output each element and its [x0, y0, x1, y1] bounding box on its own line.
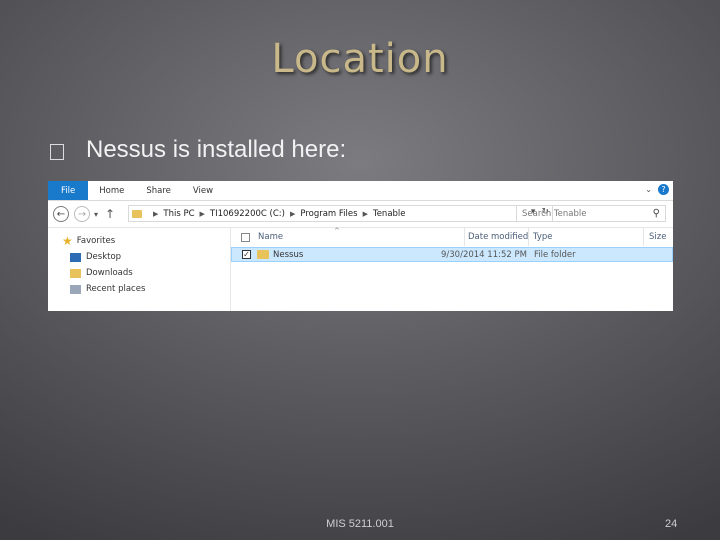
star-icon: ★ [62, 234, 73, 248]
recent-places-icon [70, 284, 81, 294]
breadcrumb-separator-icon[interactable]: ▶ [363, 210, 368, 218]
back-icon[interactable]: ← [53, 206, 69, 222]
file-explorer-screenshot: File Home Share View ⌄ ? ← → ▾ ↑ ▶ This … [48, 181, 673, 311]
tab-file[interactable]: File [48, 181, 89, 200]
nav-item-favorites[interactable]: ★ Favorites [48, 233, 230, 249]
breadcrumb-separator-icon[interactable]: ▶ [290, 210, 295, 218]
forward-icon[interactable]: → [74, 206, 90, 222]
downloads-icon [70, 268, 81, 278]
breadcrumb-tenable[interactable]: Tenable [373, 209, 406, 219]
bullet-item: Nessus is installed here: [50, 136, 346, 164]
nav-item-label: Downloads [86, 268, 133, 278]
page-number: 24 [665, 518, 678, 530]
column-name[interactable]: Name [258, 232, 283, 242]
address-bar[interactable]: ▶ This PC ▶ TI10692200C (C:) ▶ Program F… [128, 205, 553, 222]
tab-home[interactable]: Home [88, 181, 135, 200]
breadcrumb-this-pc[interactable]: This PC [163, 209, 194, 219]
up-icon[interactable]: ↑ [105, 207, 115, 221]
navigation-pane: ★ Favorites Desktop Downloads Recent pla… [48, 228, 231, 311]
select-all-checkbox[interactable] [241, 232, 250, 242]
desktop-icon [70, 252, 81, 262]
file-name[interactable]: Nessus [273, 250, 303, 260]
nav-item-desktop[interactable]: Desktop [48, 249, 230, 265]
folder-icon [132, 209, 142, 218]
file-list: Name ^ Date modified Type Size ✓ Nessus … [231, 227, 673, 311]
column-size[interactable]: Size [649, 232, 666, 242]
breadcrumb-drive[interactable]: TI10692200C (C:) [210, 209, 285, 219]
nav-item-downloads[interactable]: Downloads [48, 265, 230, 281]
slide-footer: MIS 5211.001 [326, 518, 394, 530]
help-icon[interactable]: ? [658, 184, 669, 195]
expand-ribbon-icon[interactable]: ⌄ [645, 185, 652, 194]
slide-title: Location [271, 36, 449, 82]
bullet-text: Nessus is installed here: [86, 136, 347, 163]
bullet-icon [50, 144, 64, 160]
search-input[interactable]: Search Tenable ⚲ [516, 205, 666, 222]
table-row[interactable]: ✓ Nessus 9/30/2014 11:52 PM File folder [231, 247, 673, 262]
recent-locations-icon[interactable]: ▾ [94, 210, 98, 219]
breadcrumb-separator-icon[interactable]: ▶ [153, 210, 158, 218]
column-header-row: Name ^ Date modified Type Size [231, 227, 673, 246]
search-placeholder: Search Tenable [522, 208, 587, 219]
row-checkbox[interactable]: ✓ [242, 250, 251, 259]
sort-ascending-icon: ^ [334, 227, 340, 235]
nav-item-label: Desktop [86, 252, 122, 262]
tab-view[interactable]: View [182, 181, 224, 200]
breadcrumb-program-files[interactable]: Program Files [300, 209, 357, 219]
file-type: File folder [534, 250, 576, 260]
breadcrumb-separator-icon[interactable]: ▶ [200, 210, 205, 218]
tab-share[interactable]: Share [135, 181, 182, 200]
navigation-bar: ← → ▾ ↑ ▶ This PC ▶ TI10692200C (C:) ▶ P… [48, 201, 673, 228]
nav-item-recent-places[interactable]: Recent places [48, 281, 230, 297]
ribbon: File Home Share View ⌄ ? [48, 181, 673, 201]
search-icon[interactable]: ⚲ [653, 208, 660, 219]
column-date-modified[interactable]: Date modified [468, 232, 528, 242]
column-type[interactable]: Type [533, 232, 553, 242]
file-date: 9/30/2014 11:52 PM [441, 250, 527, 260]
nav-item-label: Favorites [76, 236, 116, 246]
nav-item-label: Recent places [86, 284, 146, 294]
folder-icon [257, 250, 269, 259]
